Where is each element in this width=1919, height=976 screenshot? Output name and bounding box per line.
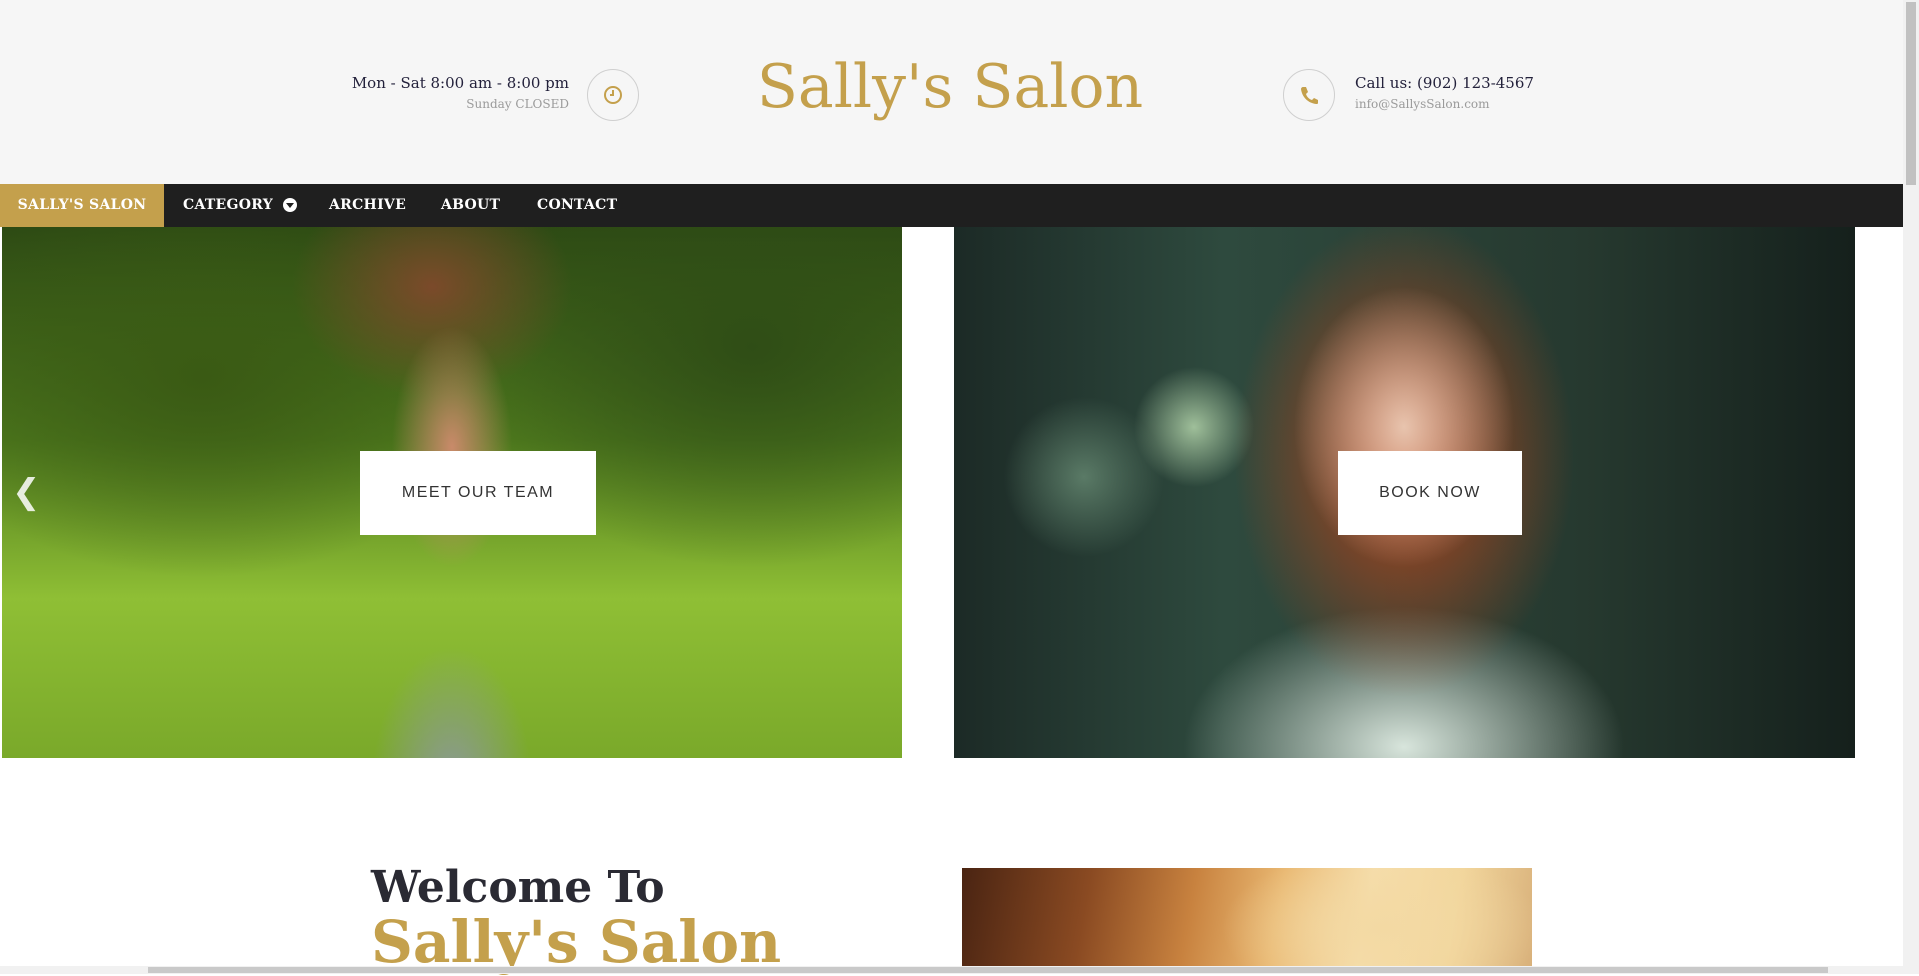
scrollbar-thumb[interactable] <box>148 967 1828 973</box>
horizontal-scrollbar[interactable] <box>0 966 1903 974</box>
vertical-scrollbar[interactable] <box>1903 0 1919 974</box>
contact-info: Call us: (902) 123-4567 info@SallysSalon… <box>1355 74 1534 111</box>
scrollbar-thumb[interactable] <box>1906 2 1916 185</box>
meet-our-team-button[interactable]: MEET OUR TEAM <box>360 451 596 535</box>
nav-item-home[interactable]: SALLY'S SALON <box>0 184 164 227</box>
site-logo[interactable]: Sally's Salon <box>740 52 1160 122</box>
welcome-heading: Welcome To <box>371 862 665 913</box>
nav-item-about[interactable]: ABOUT <box>441 184 500 227</box>
book-now-button[interactable]: BOOK NOW <box>1338 451 1522 535</box>
hours-sub: Sunday CLOSED <box>466 97 569 111</box>
clock-icon <box>587 69 639 121</box>
phone-number: Call us: (902) 123-4567 <box>1355 74 1534 92</box>
nav-item-archive[interactable]: ARCHIVE <box>329 184 406 227</box>
hair-image <box>962 868 1532 974</box>
chevron-left-icon[interactable]: ❮ <box>12 472 41 512</box>
email-address[interactable]: info@SallysSalon.com <box>1355 97 1534 111</box>
chevron-down-icon[interactable] <box>283 198 297 212</box>
nav-item-contact[interactable]: CONTACT <box>537 184 617 227</box>
phone-icon <box>1283 69 1335 121</box>
opening-hours: Mon - Sat 8:00 am - 8:00 pm Sunday CLOSE… <box>352 74 569 111</box>
nav-item-category[interactable]: CATEGORY <box>183 184 273 227</box>
hours-main: Mon - Sat 8:00 am - 8:00 pm <box>351 74 569 92</box>
